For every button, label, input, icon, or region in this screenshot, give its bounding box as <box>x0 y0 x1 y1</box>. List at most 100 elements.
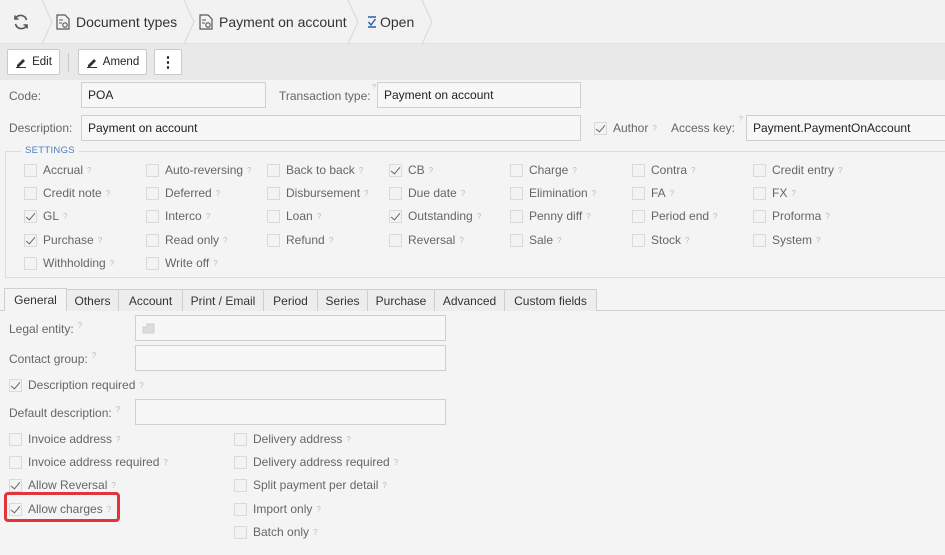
gl-checkbox[interactable]: GL? <box>24 209 67 223</box>
stock-checkbox[interactable]: Stock? <box>632 233 689 247</box>
checkbox-box[interactable] <box>267 186 280 200</box>
invoice-address-checkbox[interactable]: Invoice address? <box>9 432 121 446</box>
credit-entry-checkbox[interactable]: Credit entry? <box>753 163 842 177</box>
checkbox-box[interactable] <box>753 186 766 200</box>
cb-checkbox[interactable]: CB? <box>389 163 433 177</box>
help-icon[interactable]: ? <box>139 381 143 390</box>
help-icon[interactable]: ? <box>557 236 561 245</box>
tab-period[interactable]: Period <box>263 289 318 311</box>
help-icon[interactable]: ? <box>316 505 320 514</box>
refund-checkbox[interactable]: Refund? <box>267 233 333 247</box>
checkbox-box[interactable] <box>632 163 645 177</box>
delivery-address-required-checkbox[interactable]: Delivery address required? <box>234 455 398 469</box>
checkbox-box[interactable] <box>753 163 766 177</box>
help-icon[interactable]: ? <box>63 212 67 221</box>
help-icon[interactable]: ? <box>163 458 167 467</box>
help-icon[interactable]: ? <box>394 458 398 467</box>
withholding-checkbox[interactable]: Withholding? <box>24 256 114 270</box>
help-icon[interactable]: ? <box>116 405 120 414</box>
checkbox-box[interactable] <box>753 209 766 223</box>
fa-checkbox[interactable]: FA? <box>632 186 674 200</box>
default-description-field[interactable] <box>135 399 446 425</box>
legal-entity-field[interactable] <box>135 315 446 341</box>
split-payment-per-detail-checkbox[interactable]: Split payment per detail? <box>234 478 387 492</box>
penny-diff-checkbox[interactable]: Penny diff? <box>510 209 591 223</box>
credit-note-checkbox[interactable]: Credit note? <box>24 186 110 200</box>
help-icon[interactable]: ? <box>713 212 717 221</box>
checkbox-box[interactable] <box>267 209 280 223</box>
delivery-address-checkbox[interactable]: Delivery address? <box>234 432 351 446</box>
help-icon[interactable]: ? <box>364 189 368 198</box>
checkbox-box[interactable] <box>9 378 22 392</box>
help-icon[interactable]: ? <box>685 236 689 245</box>
amend-button[interactable]: Amend <box>78 49 147 75</box>
checkbox-box[interactable] <box>510 209 523 223</box>
code-field[interactable]: POA <box>81 82 266 108</box>
checkbox-box[interactable] <box>267 233 280 247</box>
checkbox-box[interactable] <box>9 432 22 446</box>
checkbox-box[interactable] <box>632 209 645 223</box>
edit-button[interactable]: Edit <box>7 49 60 75</box>
checkbox-box[interactable] <box>234 455 247 469</box>
checkbox-box[interactable] <box>24 186 37 200</box>
help-icon[interactable]: ? <box>825 212 829 221</box>
fx-checkbox[interactable]: FX? <box>753 186 796 200</box>
read-only-checkbox[interactable]: Read only? <box>146 233 228 247</box>
help-icon[interactable]: ? <box>691 166 695 175</box>
description-required-checkbox[interactable]: Description required ? <box>9 378 144 392</box>
accrual-checkbox[interactable]: Accrual? <box>24 163 91 177</box>
help-icon[interactable]: ? <box>592 189 596 198</box>
help-icon[interactable]: ? <box>461 189 465 198</box>
checkbox-box[interactable] <box>146 233 159 247</box>
interco-checkbox[interactable]: Interco? <box>146 209 210 223</box>
tab-advanced[interactable]: Advanced <box>434 289 505 311</box>
checkbox-box[interactable] <box>24 233 37 247</box>
checkbox-box[interactable] <box>632 186 645 200</box>
checkbox-box[interactable] <box>389 209 402 223</box>
purchase-checkbox[interactable]: Purchase? <box>24 233 102 247</box>
help-icon[interactable]: ? <box>98 236 102 245</box>
deferred-checkbox[interactable]: Deferred? <box>146 186 220 200</box>
more-options-button[interactable]: ⋮ <box>154 49 182 75</box>
help-icon[interactable]: ? <box>586 212 590 221</box>
proforma-checkbox[interactable]: Proforma? <box>753 209 830 223</box>
write-off-checkbox[interactable]: Write off? <box>146 256 218 270</box>
checkbox-box[interactable] <box>594 121 607 135</box>
checkbox-box[interactable] <box>234 432 247 446</box>
help-icon[interactable]: ? <box>791 189 795 198</box>
help-icon[interactable]: ? <box>477 212 481 221</box>
tab-purchase[interactable]: Purchase <box>367 289 435 311</box>
help-icon[interactable]: ? <box>111 481 115 490</box>
help-icon[interactable]: ? <box>110 259 114 268</box>
checkbox-box[interactable] <box>389 233 402 247</box>
tab-general[interactable]: General <box>4 288 67 311</box>
description-field[interactable]: Payment on account <box>81 115 581 141</box>
help-icon[interactable]: ? <box>816 236 820 245</box>
help-icon[interactable]: ? <box>206 212 210 221</box>
due-date-checkbox[interactable]: Due date? <box>389 186 465 200</box>
help-icon[interactable]: ? <box>106 189 110 198</box>
checkbox-box[interactable] <box>389 186 402 200</box>
help-icon[interactable]: ? <box>213 259 217 268</box>
help-icon[interactable]: ? <box>838 166 842 175</box>
batch-only-checkbox[interactable]: Batch only? <box>234 525 318 539</box>
checkbox-box[interactable] <box>9 478 22 492</box>
help-icon[interactable]: ? <box>92 351 96 360</box>
checkbox-box[interactable] <box>234 478 247 492</box>
outstanding-checkbox[interactable]: Outstanding? <box>389 209 481 223</box>
allow-reversal-checkbox[interactable]: Allow Reversal? <box>9 478 116 492</box>
tab-others[interactable]: Others <box>66 289 119 311</box>
checkbox-box[interactable] <box>9 455 22 469</box>
checkbox-box[interactable] <box>234 502 247 516</box>
refresh-icon[interactable] <box>10 11 32 33</box>
tab-series[interactable]: Series <box>317 289 368 311</box>
checkbox-box[interactable] <box>146 186 159 200</box>
import-only-checkbox[interactable]: Import only? <box>234 502 321 516</box>
checkbox-box[interactable] <box>234 525 247 539</box>
author-checkbox[interactable]: Author ? <box>594 121 657 135</box>
tab-custom-fields[interactable]: Custom fields <box>504 289 597 311</box>
access-key-field[interactable]: Payment.PaymentOnAccount <box>746 115 945 141</box>
checkbox-box[interactable] <box>146 163 159 177</box>
contact-group-field[interactable] <box>135 345 446 371</box>
help-icon[interactable]: ? <box>317 212 321 221</box>
